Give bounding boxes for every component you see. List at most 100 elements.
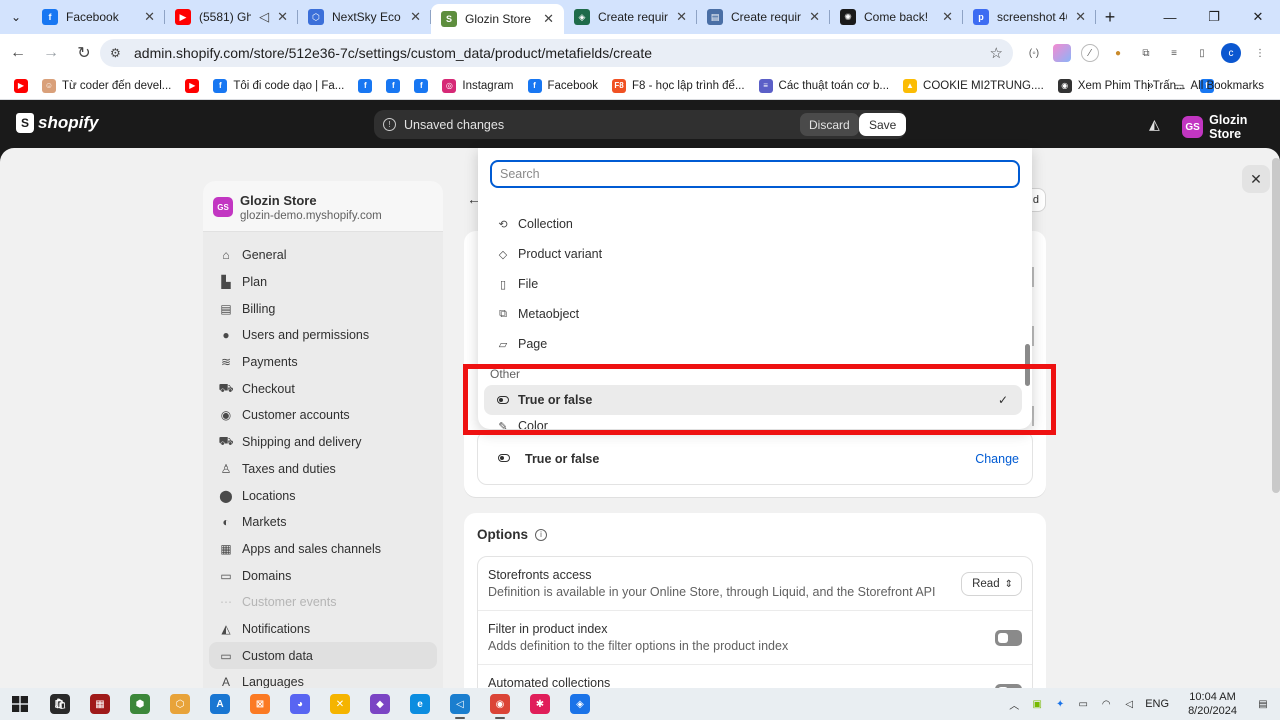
close-tab-icon[interactable]: ✕	[410, 9, 421, 25]
minimize-icon[interactable]: —	[1148, 0, 1192, 34]
restore-icon[interactable]: ❐	[1192, 0, 1236, 34]
taskbar-app[interactable]: ◁	[440, 688, 480, 720]
change-type-link[interactable]: Change	[975, 452, 1019, 466]
taskbar-app[interactable]: e	[400, 688, 440, 720]
browser-tab[interactable]: f Facebook ✕	[32, 0, 165, 34]
close-window-icon[interactable]: ✕	[1236, 0, 1280, 34]
close-tab-icon[interactable]: ✕	[1075, 9, 1086, 25]
site-info-icon[interactable]: ⚙	[110, 46, 126, 60]
notifications-bell-icon[interactable]: ◭	[1149, 116, 1160, 133]
nvidia-icon[interactable]: ▣	[1030, 697, 1044, 711]
type-option-collection[interactable]: ⟲ Collection	[484, 209, 1022, 239]
forward-icon[interactable]: →	[36, 38, 66, 68]
back-icon[interactable]: ←	[3, 38, 33, 68]
bookmark-item[interactable]: f	[352, 74, 378, 98]
bookmark-item[interactable]: F8 F8 - học lập trình để...	[606, 74, 751, 98]
taskbar-app[interactable]: ◈	[560, 688, 600, 720]
bookmark-item[interactable]: ▶	[8, 74, 34, 98]
sidebar-item-billing[interactable]: ▤ Billing	[209, 295, 437, 322]
bookmark-item[interactable]: f Tôi đi code dạo | Fa...	[207, 74, 350, 98]
sidebar-item-locations[interactable]: ⬤ Locations	[209, 482, 437, 509]
bookmark-item[interactable]: ▶	[179, 74, 205, 98]
close-tab-icon[interactable]: ✕	[144, 9, 155, 25]
bookmark-star-icon[interactable]: ☆	[990, 44, 1003, 62]
type-option-file[interactable]: ▯ File	[484, 269, 1022, 299]
storefront-access-select[interactable]: Read ⇕	[961, 572, 1022, 596]
bookmark-item[interactable]: f Facebook	[522, 74, 605, 98]
menu-icon[interactable]: ⋮	[1251, 44, 1269, 62]
taskbar-app[interactable]: ⊠	[240, 688, 280, 720]
close-tab-icon[interactable]: ✕	[942, 9, 953, 25]
sidebar-item-payments[interactable]: ≋ Payments	[209, 349, 437, 376]
language-indicator[interactable]: ENG	[1145, 698, 1169, 710]
bookmark-item[interactable]: f	[408, 74, 434, 98]
sidebar-item-users-and-permissions[interactable]: ● Users and permissions	[209, 322, 437, 349]
sidebar-item-apps-and-sales-channels[interactable]: ▦ Apps and sales channels	[209, 536, 437, 563]
battery-icon[interactable]: ▭	[1076, 697, 1090, 711]
clock[interactable]: 10:04 AM 8/20/2024	[1188, 690, 1237, 718]
info-icon[interactable]: i	[535, 528, 547, 541]
sidebar-item-languages[interactable]: A Languages	[209, 669, 437, 688]
all-bookmarks-button[interactable]: ▭ All Bookmarks	[1168, 74, 1270, 98]
taskbar-app[interactable]: ◆	[360, 688, 400, 720]
browser-tab[interactable]: ▤ Create required metafields ✕	[697, 0, 830, 34]
notification-center-icon[interactable]: ▤	[1256, 697, 1270, 711]
type-option-metaobject[interactable]: ⧉ Metaobject	[484, 299, 1022, 329]
taskbar-app[interactable]: ✱	[520, 688, 560, 720]
sidebar-item-custom-data[interactable]: ▭ Custom data	[209, 642, 437, 669]
wifi-icon[interactable]: ◠	[1099, 697, 1113, 711]
browser-tab[interactable]: ✺ Come back! ✕	[830, 0, 963, 34]
media-icon[interactable]: ≡	[1165, 44, 1183, 62]
close-tab-icon[interactable]: ✕	[809, 9, 820, 25]
type-selector[interactable]: True or false Change	[477, 431, 1033, 485]
bookmark-item[interactable]: ≡ Các thuật toán cơ b...	[753, 74, 895, 98]
close-settings-icon[interactable]: ✕	[1242, 165, 1270, 193]
windows-start-icon[interactable]	[0, 688, 40, 720]
dev-extension-icon[interactable]: (◦)	[1025, 44, 1043, 62]
save-button[interactable]: Save	[859, 113, 907, 136]
taskbar-app[interactable]: 🛍	[40, 688, 80, 720]
speaker-icon[interactable]: ◁	[259, 9, 269, 25]
close-tab-icon[interactable]: ✕	[676, 9, 687, 25]
sidebar-item-customer-accounts[interactable]: ◉ Customer accounts	[209, 402, 437, 429]
page-scrollbar[interactable]	[1272, 158, 1280, 493]
volume-icon[interactable]: ◁	[1122, 697, 1136, 711]
taskbar-app[interactable]: ◉	[480, 688, 520, 720]
chevron-up-icon[interactable]: ︿	[1007, 697, 1021, 712]
sidepanel-icon[interactable]: ▯	[1193, 44, 1211, 62]
shopify-logo[interactable]: S shopify	[16, 113, 98, 133]
bookmark-item[interactable]: f	[380, 74, 406, 98]
taskbar-app[interactable]: ✕	[320, 688, 360, 720]
taskbar-app[interactable]: A	[200, 688, 240, 720]
puzzle-icon[interactable]: ⧉	[1137, 44, 1155, 62]
sidebar-item-domains[interactable]: ▭ Domains	[209, 562, 437, 589]
address-bar[interactable]: ⚙ admin.shopify.com/store/512e36-7c/sett…	[100, 39, 1013, 67]
sidebar-item-taxes-and-duties[interactable]: ♙ Taxes and duties	[209, 456, 437, 483]
defender-icon[interactable]: ✦	[1053, 697, 1067, 711]
browser-tab[interactable]: S Glozin Store · Admin ✕	[431, 4, 564, 34]
sidebar-item-general[interactable]: ⌂ General	[209, 242, 437, 269]
sidebar-item-markets[interactable]: ◐ Markets	[209, 509, 437, 536]
picker-extension-icon[interactable]: ⁄	[1081, 44, 1099, 62]
browser-tab[interactable]: ⬡ NextSky Eco System ✕	[298, 0, 431, 34]
close-tab-icon[interactable]: ✕	[543, 11, 554, 27]
browser-tab[interactable]: p screenshot 405 ✕	[963, 0, 1096, 34]
type-option-page[interactable]: ▱ Page	[484, 329, 1022, 359]
sidebar-item-plan[interactable]: ▙ Plan	[209, 269, 437, 296]
chevron-right-icon[interactable]: »	[1147, 80, 1153, 92]
browser-tab[interactable]: ◈ Create required metafields ✕	[564, 0, 697, 34]
option-toggle[interactable]	[995, 630, 1022, 646]
sidebar-item-notifications[interactable]: ◭ Notifications	[209, 616, 437, 643]
browser-tab[interactable]: ▶ (5581) Ghẹ Em ◁ ✕	[165, 0, 298, 34]
sidebar-item-checkout[interactable]: ⛟ Checkout	[209, 375, 437, 402]
taskbar-app[interactable]: ⬡	[160, 688, 200, 720]
bookmark-item[interactable]: ▲ COOKIE MI2TRUNG....	[897, 74, 1050, 98]
gradient-extension-icon[interactable]	[1053, 44, 1071, 62]
close-tab-icon[interactable]: ✕	[277, 9, 288, 25]
reload-icon[interactable]: ↻	[69, 38, 99, 68]
tab-search-icon[interactable]: ⌄	[0, 0, 32, 34]
discard-button[interactable]: Discard	[800, 113, 859, 136]
type-option-product-variant[interactable]: ◇ Product variant	[484, 239, 1022, 269]
cookie-extension-icon[interactable]: ●	[1109, 44, 1127, 62]
bookmark-item[interactable]: ☺ Từ coder đến devel...	[36, 74, 177, 98]
